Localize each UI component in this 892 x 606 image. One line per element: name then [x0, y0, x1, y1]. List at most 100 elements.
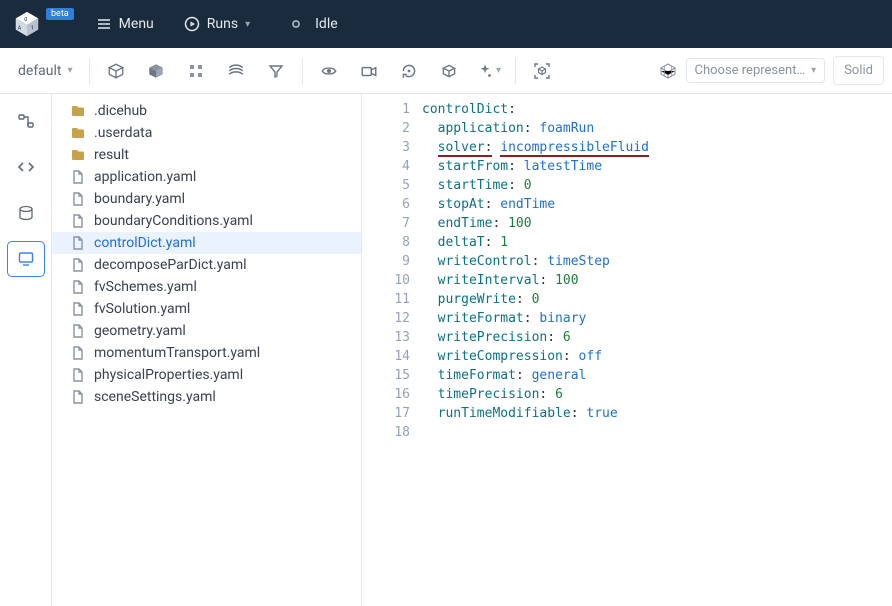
file-icon	[70, 257, 86, 273]
file-icon	[70, 345, 86, 361]
rotate-icon	[400, 62, 418, 80]
code-line: application: foamRun	[422, 119, 892, 138]
sparkle-dropdown[interactable]: ▾	[469, 54, 509, 88]
file-icon	[70, 235, 86, 251]
separator	[302, 58, 303, 84]
cube-outline-button[interactable]	[96, 54, 136, 88]
toolbar: default ▾ ▾	[0, 48, 892, 94]
folder-item[interactable]: .userdata	[52, 122, 361, 144]
file-item[interactable]: geometry.yaml	[52, 320, 361, 342]
separator	[515, 58, 516, 84]
layers-button[interactable]	[216, 54, 256, 88]
file-item[interactable]: application.yaml	[52, 166, 361, 188]
status-label: Idle	[315, 16, 338, 32]
file-icon	[70, 301, 86, 317]
code-line: writeFormat: binary	[422, 309, 892, 328]
menu-label: Menu	[119, 16, 154, 32]
funnel-icon	[268, 63, 284, 79]
logo[interactable]: 0 A 1 beta	[12, 9, 74, 39]
code-line: solver: incompressibleFluid	[422, 138, 892, 157]
file-icon	[70, 279, 86, 295]
grid-icon	[188, 63, 204, 79]
rail-flow-button[interactable]	[8, 104, 44, 138]
cube-solid-button[interactable]	[136, 54, 176, 88]
code-line: runTimeModifiable: true	[422, 404, 892, 423]
grid-cube-icon	[658, 61, 678, 81]
focus-cube-button[interactable]	[522, 54, 562, 88]
folder-item[interactable]: .dicehub	[52, 100, 361, 122]
code-line: startTime: 0	[422, 176, 892, 195]
file-name: geometry.yaml	[94, 323, 186, 339]
code-line: writeInterval: 100	[422, 271, 892, 290]
file-icon	[70, 367, 86, 383]
rail-db-button[interactable]	[8, 196, 44, 230]
representation-placeholder: Choose represent…	[695, 63, 806, 78]
runs-label: Runs	[207, 16, 238, 32]
cube-small-icon	[440, 62, 458, 80]
menu-button[interactable]: Menu	[88, 10, 162, 38]
chevron-down-icon: ▾	[811, 65, 816, 76]
flow-icon	[17, 112, 35, 130]
file-item[interactable]: fvSchemes.yaml	[52, 276, 361, 298]
representation-dropdown[interactable]: Choose represent… ▾	[686, 58, 826, 83]
file-name: application.yaml	[94, 169, 196, 185]
render-mode-dropdown[interactable]: Solid	[833, 56, 884, 85]
left-rail	[0, 94, 52, 606]
preset-label: default	[18, 63, 62, 79]
file-item[interactable]: fvSolution.yaml	[52, 298, 361, 320]
code-line: writePrecision: 6	[422, 328, 892, 347]
code-editor[interactable]: 123456789101112131415161718 controlDict:…	[362, 94, 892, 606]
logo-cube-icon: 0 A 1	[12, 9, 42, 39]
code-line: purgeWrite: 0	[422, 290, 892, 309]
runs-button[interactable]: Runs ▾	[176, 10, 258, 38]
file-icon	[70, 323, 86, 339]
file-name: .userdata	[94, 125, 152, 141]
folder-icon	[70, 103, 86, 119]
file-item[interactable]: boundary.yaml	[52, 188, 361, 210]
file-icon	[70, 389, 86, 405]
filter-button[interactable]	[256, 54, 296, 88]
eye-button[interactable]	[309, 54, 349, 88]
file-name: sceneSettings.yaml	[94, 389, 216, 405]
preset-dropdown[interactable]: default ▾	[8, 59, 83, 83]
camera-icon	[360, 62, 378, 80]
rail-code-button[interactable]	[8, 150, 44, 184]
folder-item[interactable]: result	[52, 144, 361, 166]
camera-button[interactable]	[349, 54, 389, 88]
file-item[interactable]: physicalProperties.yaml	[52, 364, 361, 386]
file-item[interactable]: momentumTransport.yaml	[52, 342, 361, 364]
rotate-button[interactable]	[389, 54, 429, 88]
separator	[89, 58, 90, 84]
file-item[interactable]: controlDict.yaml	[52, 232, 361, 254]
file-name: .dicehub	[94, 103, 147, 119]
file-item[interactable]: boundaryConditions.yaml	[52, 210, 361, 232]
render-mode-label: Solid	[844, 63, 873, 78]
focus-cube-icon	[532, 61, 552, 81]
hamburger-icon	[96, 16, 112, 32]
svg-text:1: 1	[31, 26, 34, 32]
file-item[interactable]: sceneSettings.yaml	[52, 386, 361, 408]
code-line	[422, 423, 892, 442]
svg-text:A: A	[18, 26, 22, 32]
status-indicator: Idle	[284, 10, 346, 38]
code-line: startFrom: latestTime	[422, 157, 892, 176]
code-line: timeFormat: general	[422, 366, 892, 385]
code-line: writeCompression: off	[422, 347, 892, 366]
cube-view-button[interactable]	[429, 54, 469, 88]
svg-text:0: 0	[24, 17, 27, 23]
beta-badge: beta	[46, 8, 74, 20]
chevron-down-icon: ▾	[245, 19, 250, 30]
code-line: controlDict:	[422, 100, 892, 119]
chevron-down-icon: ▾	[496, 65, 501, 76]
code-line: stopAt: endTime	[422, 195, 892, 214]
chevron-down-icon: ▾	[68, 65, 73, 76]
grid-button[interactable]	[176, 54, 216, 88]
file-tree[interactable]: .dicehub .userdata result application.yaml b…	[52, 94, 362, 606]
code-content[interactable]: controlDict: application: foamRun solver…	[422, 94, 892, 606]
cube-solid-icon	[147, 62, 165, 80]
sparkle-icon	[476, 62, 494, 80]
code-line: endTime: 100	[422, 214, 892, 233]
rail-files-button[interactable]	[8, 242, 44, 276]
file-item[interactable]: decomposeParDict.yaml	[52, 254, 361, 276]
file-icon	[70, 169, 86, 185]
